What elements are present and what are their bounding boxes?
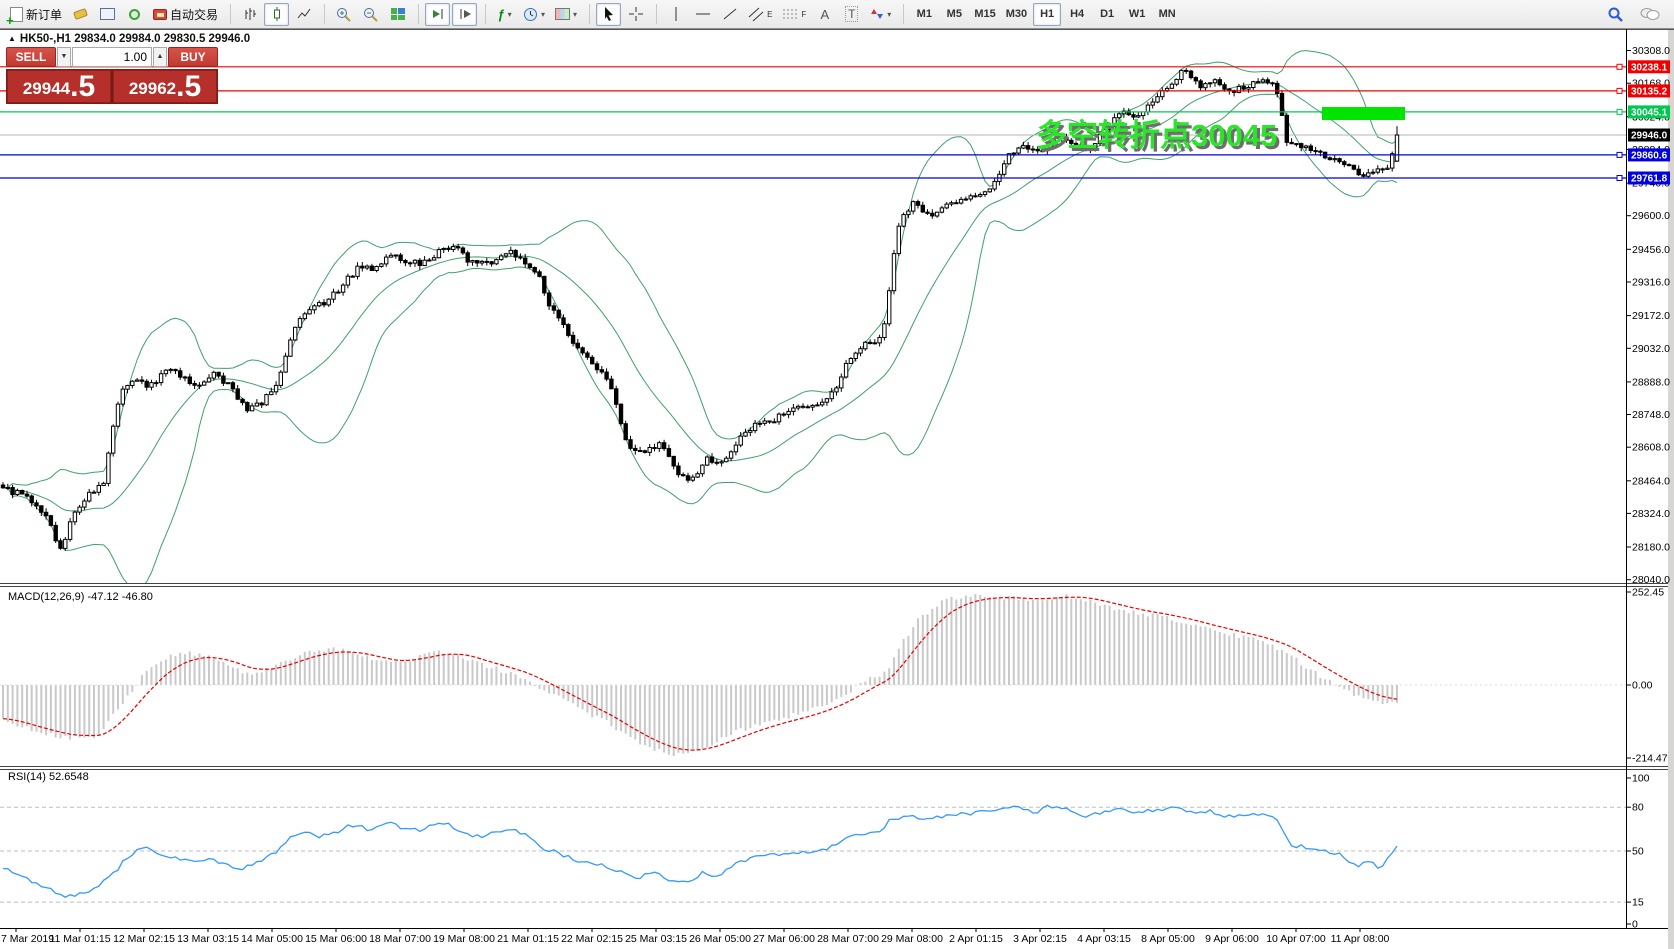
svg-text:10 Apr 07:00: 10 Apr 07:00 [1266,933,1326,945]
svg-text:28608.0: 28608.0 [1632,442,1670,454]
price-label-30135.2: 30135.2 [1628,84,1670,97]
rsi-indicator-label: RSI(14) 52.6548 [8,771,89,783]
svg-text:-214.47: -214.47 [1632,753,1668,765]
svg-text:28748.0: 28748.0 [1632,409,1670,421]
svg-text:29761.8: 29761.8 [1631,173,1668,184]
chart-header: ▲ HK50-,H1 29834.0 29984.0 29830.5 29946.… [8,33,250,45]
bid-price-int: 29944 [23,75,70,102]
macd-indicator-label: MACD(12,26,9) -47.12 -46.80 [8,591,153,603]
svg-text:11 Apr 08:00: 11 Apr 08:00 [1331,933,1390,945]
price-label-29860.6: 29860.6 [1628,148,1670,161]
level-anchor[interactable] [1617,152,1622,157]
svg-text:28888.0: 28888.0 [1632,376,1670,388]
svg-text:29316.0: 29316.0 [1632,276,1670,288]
svg-text:100: 100 [1632,773,1650,785]
bid-price-frac: .5 [70,71,95,102]
svg-text:29 Mar 08:00: 29 Mar 08:00 [881,933,943,945]
svg-text:28 Mar 07:00: 28 Mar 07:00 [817,933,879,945]
svg-text:3 Apr 02:15: 3 Apr 02:15 [1013,933,1067,945]
svg-text:29946.0: 29946.0 [1631,131,1668,142]
svg-text:29600.0: 29600.0 [1632,210,1670,222]
svg-text:27 Mar 06:00: 27 Mar 06:00 [753,933,815,945]
volume-input[interactable] [72,47,152,67]
svg-text:14 Mar 05:00: 14 Mar 05:00 [241,933,303,945]
svg-text:13 Mar 03:15: 13 Mar 03:15 [177,933,239,945]
svg-text:80: 80 [1632,802,1644,814]
svg-text:30135.2: 30135.2 [1631,86,1668,97]
volume-increase-button[interactable]: ▲ [153,47,167,67]
symbol-ohlc-text: HK50-,H1 29834.0 29984.0 29830.5 29946.0 [20,33,250,45]
svg-text:29860.6: 29860.6 [1631,150,1668,161]
svg-text:0.00: 0.00 [1632,680,1653,692]
level-anchor[interactable] [1617,176,1622,181]
ask-price-frac: .5 [176,71,201,102]
svg-text:18 Mar 07:00: 18 Mar 07:00 [369,933,431,945]
svg-text:15: 15 [1632,897,1644,909]
svg-text:28040.0: 28040.0 [1632,574,1670,586]
price-label-29946.0: 29946.0 [1628,129,1670,142]
svg-text:252.45: 252.45 [1632,587,1664,599]
highlight-rectangle[interactable] [1322,107,1405,120]
svg-text:50: 50 [1632,846,1644,858]
price-label-30045.1: 30045.1 [1628,105,1670,118]
svg-text:22 Mar 02:15: 22 Mar 02:15 [561,933,623,945]
svg-text:29456.0: 29456.0 [1632,244,1670,256]
svg-text:9 Apr 06:00: 9 Apr 06:00 [1205,933,1259,945]
mt4-window: 新订单 自动交易 [0,0,1674,949]
chart-text-annotation[interactable]: 多空转折点30045 [1036,110,1277,155]
sell-button[interactable]: SELL [6,47,56,67]
right-scrollbar[interactable] [1668,30,1674,949]
price-label-29761.8: 29761.8 [1628,172,1670,185]
chart-canvas[interactable]: 30308.030168.030024.029884.029740.029600… [0,0,1674,949]
price-label-30238.1: 30238.1 [1628,60,1670,73]
bid-price-button[interactable]: 29944.5 [7,70,111,103]
one-click-trading-panel: SELL ▼ ▲ BUY 29944.5 29962.5 [6,47,218,104]
ask-price-button[interactable]: 29962.5 [113,70,217,103]
svg-text:30238.1: 30238.1 [1631,62,1668,73]
level-anchor[interactable] [1617,109,1622,114]
svg-text:8 Apr 05:00: 8 Apr 05:00 [1141,933,1195,945]
svg-text:11 Mar 01:15: 11 Mar 01:15 [49,933,110,945]
svg-text:0: 0 [1632,919,1638,931]
svg-text:19 Mar 08:00: 19 Mar 08:00 [433,933,495,945]
chart-background [0,29,1674,949]
svg-text:2 Apr 01:15: 2 Apr 01:15 [949,933,1003,945]
level-anchor[interactable] [1617,88,1622,93]
ask-price-int: 29962 [129,75,176,102]
svg-text:28324.0: 28324.0 [1632,508,1670,520]
svg-text:28180.0: 28180.0 [1632,542,1670,554]
svg-text:12 Mar 02:15: 12 Mar 02:15 [113,933,175,945]
svg-text:29032.0: 29032.0 [1632,343,1670,355]
svg-text:25 Mar 03:15: 25 Mar 03:15 [625,933,687,945]
svg-text:15 Mar 06:00: 15 Mar 06:00 [305,933,367,945]
svg-text:21 Mar 01:15: 21 Mar 01:15 [497,933,559,945]
buy-button[interactable]: BUY [168,47,218,67]
svg-text:26 Mar 05:00: 26 Mar 05:00 [689,933,751,945]
svg-text:29172.0: 29172.0 [1632,310,1670,322]
svg-text:28464.0: 28464.0 [1632,475,1670,487]
one-click-collapse-icon[interactable]: ▲ [8,34,16,43]
volume-decrease-button[interactable]: ▼ [57,47,71,67]
svg-text:4 Apr 03:15: 4 Apr 03:15 [1077,933,1131,945]
level-anchor[interactable] [1617,64,1622,69]
svg-text:30308.0: 30308.0 [1632,45,1670,57]
svg-text:30045.1: 30045.1 [1631,107,1668,118]
svg-text:7 Mar 2019: 7 Mar 2019 [1,933,54,945]
